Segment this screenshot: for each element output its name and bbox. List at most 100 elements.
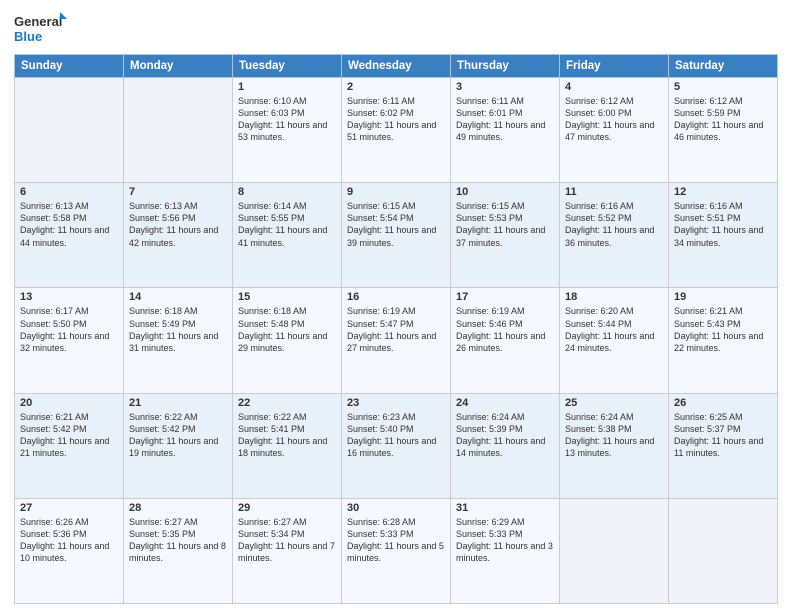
calendar-day-31: 31Sunrise: 6:29 AM Sunset: 5:33 PM Dayli… xyxy=(451,498,560,603)
day-info: Sunrise: 6:17 AM Sunset: 5:50 PM Dayligh… xyxy=(20,305,118,354)
calendar-table: SundayMondayTuesdayWednesdayThursdayFrid… xyxy=(14,54,778,604)
calendar-day-12: 12 Sunrise: 6:16 AM Sunset: 5:51 PM Dayli… xyxy=(669,183,778,288)
day-info: Sunrise: 6:11 AM Sunset: 6:01 PM Dayligh… xyxy=(456,95,554,144)
calendar-day-17: 17 Sunrise: 6:19 AM Sunset: 5:46 PM Dayli… xyxy=(451,288,560,393)
day-info: Sunrise: 6:15 AM Sunset: 5:54 PM Dayligh… xyxy=(347,200,445,249)
calendar-week-row: 27 Sunrise: 6:26 AM Sunset: 5:36 PM Dayli… xyxy=(15,498,778,603)
page: General Blue SundayMondayTuesdayWednesda… xyxy=(0,0,792,612)
calendar-day-23: 23Sunrise: 6:23 AM Sunset: 5:40 PM Dayli… xyxy=(342,393,451,498)
day-info: Sunrise: 6:13 AM Sunset: 5:56 PM Dayligh… xyxy=(129,200,227,249)
day-info: Sunrise: 6:16 AM Sunset: 5:51 PM Dayligh… xyxy=(674,200,772,249)
calendar-day-6: 6 Sunrise: 6:13 AM Sunset: 5:58 PM Daylig… xyxy=(15,183,124,288)
day-number: 2 xyxy=(347,81,445,93)
calendar-empty-cell xyxy=(124,78,233,183)
day-number: 29 xyxy=(238,502,336,514)
calendar-day-20: 20 Sunrise: 6:21 AM Sunset: 5:42 PM Dayli… xyxy=(15,393,124,498)
day-number: 4 xyxy=(565,81,663,93)
day-info: Sunrise: 6:27 AM Sunset: 5:34 PM Dayligh… xyxy=(238,516,336,565)
logo: General Blue xyxy=(14,10,69,50)
calendar-day-9: 9 Sunrise: 6:15 AM Sunset: 5:54 PM Daylig… xyxy=(342,183,451,288)
day-number: 11 xyxy=(565,186,663,198)
day-info: Sunrise: 6:11 AM Sunset: 6:02 PM Dayligh… xyxy=(347,95,445,144)
calendar-day-3: 3 Sunrise: 6:11 AM Sunset: 6:01 PM Daylig… xyxy=(451,78,560,183)
calendar-day-22: 22Sunrise: 6:22 AM Sunset: 5:41 PM Dayli… xyxy=(233,393,342,498)
calendar-week-row: 1 Sunrise: 6:10 AM Sunset: 6:03 PM Daylig… xyxy=(15,78,778,183)
day-info: Sunrise: 6:19 AM Sunset: 5:46 PM Dayligh… xyxy=(456,305,554,354)
day-number: 30 xyxy=(347,502,445,514)
calendar-day-27: 27 Sunrise: 6:26 AM Sunset: 5:36 PM Dayli… xyxy=(15,498,124,603)
calendar-body: 1 Sunrise: 6:10 AM Sunset: 6:03 PM Daylig… xyxy=(15,78,778,604)
day-number: 10 xyxy=(456,186,554,198)
day-number: 24 xyxy=(456,397,554,409)
calendar-day-28: 28Sunrise: 6:27 AM Sunset: 5:35 PM Dayli… xyxy=(124,498,233,603)
logo-svg: General Blue xyxy=(14,10,69,50)
day-info: Sunrise: 6:26 AM Sunset: 5:36 PM Dayligh… xyxy=(20,516,118,565)
weekday-header-wednesday: Wednesday xyxy=(342,55,451,78)
day-info: Sunrise: 6:19 AM Sunset: 5:47 PM Dayligh… xyxy=(347,305,445,354)
calendar-week-row: 20 Sunrise: 6:21 AM Sunset: 5:42 PM Dayli… xyxy=(15,393,778,498)
weekday-header-friday: Friday xyxy=(560,55,669,78)
day-info: Sunrise: 6:10 AM Sunset: 6:03 PM Dayligh… xyxy=(238,95,336,144)
day-info: Sunrise: 6:21 AM Sunset: 5:42 PM Dayligh… xyxy=(20,411,118,460)
day-info: Sunrise: 6:13 AM Sunset: 5:58 PM Dayligh… xyxy=(20,200,118,249)
day-number: 9 xyxy=(347,186,445,198)
calendar-day-4: 4 Sunrise: 6:12 AM Sunset: 6:00 PM Daylig… xyxy=(560,78,669,183)
day-info: Sunrise: 6:25 AM Sunset: 5:37 PM Dayligh… xyxy=(674,411,772,460)
day-number: 31 xyxy=(456,502,554,514)
day-info: Sunrise: 6:21 AM Sunset: 5:43 PM Dayligh… xyxy=(674,305,772,354)
day-number: 15 xyxy=(238,291,336,303)
day-number: 26 xyxy=(674,397,772,409)
day-number: 18 xyxy=(565,291,663,303)
calendar-empty-cell xyxy=(15,78,124,183)
weekday-header-row: SundayMondayTuesdayWednesdayThursdayFrid… xyxy=(15,55,778,78)
day-number: 19 xyxy=(674,291,772,303)
day-number: 3 xyxy=(456,81,554,93)
calendar-day-11: 11 Sunrise: 6:16 AM Sunset: 5:52 PM Dayli… xyxy=(560,183,669,288)
day-number: 27 xyxy=(20,502,118,514)
calendar-day-7: 7 Sunrise: 6:13 AM Sunset: 5:56 PM Daylig… xyxy=(124,183,233,288)
day-number: 14 xyxy=(129,291,227,303)
day-info: Sunrise: 6:18 AM Sunset: 5:48 PM Dayligh… xyxy=(238,305,336,354)
calendar-header: SundayMondayTuesdayWednesdayThursdayFrid… xyxy=(15,55,778,78)
calendar-day-30: 30Sunrise: 6:28 AM Sunset: 5:33 PM Dayli… xyxy=(342,498,451,603)
svg-text:General: General xyxy=(14,14,62,29)
calendar-day-1: 1 Sunrise: 6:10 AM Sunset: 6:03 PM Daylig… xyxy=(233,78,342,183)
calendar-week-row: 13 Sunrise: 6:17 AM Sunset: 5:50 PM Dayli… xyxy=(15,288,778,393)
calendar-day-10: 10 Sunrise: 6:15 AM Sunset: 5:53 PM Dayli… xyxy=(451,183,560,288)
day-number: 17 xyxy=(456,291,554,303)
day-number: 12 xyxy=(674,186,772,198)
calendar-day-24: 24 Sunrise: 6:24 AM Sunset: 5:39 PM Dayli… xyxy=(451,393,560,498)
day-info: Sunrise: 6:22 AM Sunset: 5:42 PM Dayligh… xyxy=(129,411,227,460)
day-info: Sunrise: 6:27 AM Sunset: 5:35 PM Dayligh… xyxy=(129,516,227,565)
day-info: Sunrise: 6:24 AM Sunset: 5:39 PM Dayligh… xyxy=(456,411,554,460)
calendar-day-14: 14 Sunrise: 6:18 AM Sunset: 5:49 PM Dayli… xyxy=(124,288,233,393)
calendar-day-16: 16 Sunrise: 6:19 AM Sunset: 5:47 PM Dayli… xyxy=(342,288,451,393)
calendar-day-15: 15 Sunrise: 6:18 AM Sunset: 5:48 PM Dayli… xyxy=(233,288,342,393)
weekday-header-sunday: Sunday xyxy=(15,55,124,78)
day-info: Sunrise: 6:16 AM Sunset: 5:52 PM Dayligh… xyxy=(565,200,663,249)
day-info: Sunrise: 6:18 AM Sunset: 5:49 PM Dayligh… xyxy=(129,305,227,354)
day-number: 13 xyxy=(20,291,118,303)
day-info: Sunrise: 6:12 AM Sunset: 6:00 PM Dayligh… xyxy=(565,95,663,144)
calendar-week-row: 6 Sunrise: 6:13 AM Sunset: 5:58 PM Daylig… xyxy=(15,183,778,288)
day-info: Sunrise: 6:23 AM Sunset: 5:40 PM Dayligh… xyxy=(347,411,445,460)
day-number: 20 xyxy=(20,397,118,409)
calendar-day-13: 13 Sunrise: 6:17 AM Sunset: 5:50 PM Dayli… xyxy=(15,288,124,393)
calendar-day-19: 19 Sunrise: 6:21 AM Sunset: 5:43 PM Dayli… xyxy=(669,288,778,393)
day-info: Sunrise: 6:15 AM Sunset: 5:53 PM Dayligh… xyxy=(456,200,554,249)
day-info: Sunrise: 6:20 AM Sunset: 5:44 PM Dayligh… xyxy=(565,305,663,354)
calendar-empty-cell xyxy=(560,498,669,603)
day-number: 8 xyxy=(238,186,336,198)
calendar-day-29: 29 Sunrise: 6:27 AM Sunset: 5:34 PM Dayli… xyxy=(233,498,342,603)
weekday-header-monday: Monday xyxy=(124,55,233,78)
day-number: 16 xyxy=(347,291,445,303)
day-number: 22 xyxy=(238,397,336,409)
calendar-day-5: 5Sunrise: 6:12 AM Sunset: 5:59 PM Daylig… xyxy=(669,78,778,183)
calendar-day-2: 2 Sunrise: 6:11 AM Sunset: 6:02 PM Daylig… xyxy=(342,78,451,183)
day-number: 7 xyxy=(129,186,227,198)
day-info: Sunrise: 6:14 AM Sunset: 5:55 PM Dayligh… xyxy=(238,200,336,249)
calendar-day-8: 8 Sunrise: 6:14 AM Sunset: 5:55 PM Daylig… xyxy=(233,183,342,288)
day-number: 6 xyxy=(20,186,118,198)
day-number: 1 xyxy=(238,81,336,93)
calendar-day-26: 26 Sunrise: 6:25 AM Sunset: 5:37 PM Dayli… xyxy=(669,393,778,498)
